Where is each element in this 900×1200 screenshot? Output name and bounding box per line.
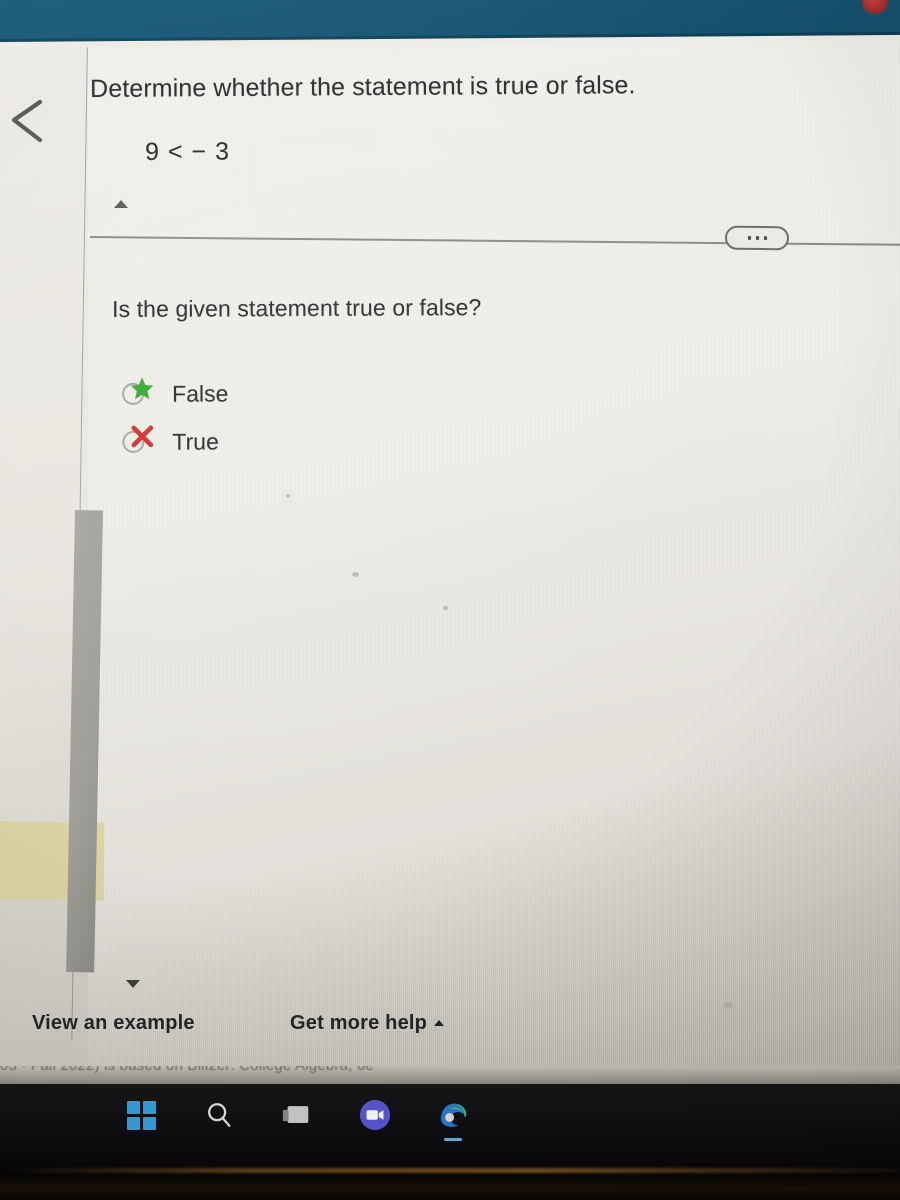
math-expression: 9 < − 3 [145, 137, 231, 166]
star-icon [130, 377, 154, 400]
taskbar-icon-group [120, 1094, 474, 1136]
radio-true[interactable] [120, 425, 154, 459]
cross-icon [131, 425, 154, 448]
more-options-button[interactable] [724, 225, 790, 251]
search-button[interactable] [198, 1094, 240, 1136]
ellipsis-dot [763, 236, 767, 241]
exercise-content: Determine whether the statement is true … [0, 34, 900, 1076]
edge-button[interactable] [432, 1094, 474, 1136]
radio-false[interactable] [120, 377, 154, 411]
exercise-instruction: Determine whether the statement is true … [90, 71, 636, 103]
exercise-footer-links: View an example Get more help [0, 1012, 900, 1052]
view-an-example-link[interactable]: View an example [32, 1012, 195, 1035]
choice-true[interactable]: True [120, 417, 228, 466]
laptop-screen-photo: Determine whether the statement is true … [0, 0, 900, 1200]
task-view-icon [282, 1105, 309, 1123]
course-note-strip: 03 - Fall 2022) is based on Blitzer: Col… [0, 1066, 900, 1084]
caret-up-icon [434, 1020, 445, 1026]
bezel-reflection [0, 1168, 900, 1173]
ellipsis-dot [747, 235, 751, 240]
teams-button[interactable] [354, 1094, 396, 1136]
ellipsis-dot [755, 235, 759, 241]
course-note-text: 03 - Fall 2022) is based on Blitzer: Col… [0, 1066, 374, 1074]
choice-label-true: True [172, 427, 219, 455]
edge-browser-icon [440, 1102, 466, 1127]
search-icon [208, 1103, 231, 1127]
get-more-help-link[interactable]: Get more help [290, 1012, 445, 1035]
windows-logo-icon [126, 1100, 156, 1130]
question-text: Is the given statement true or false? [112, 294, 482, 322]
answer-choices: False True [120, 369, 229, 466]
windows-taskbar [0, 1084, 900, 1158]
laptop-bezel [0, 1158, 900, 1200]
get-more-help-label: Get more help [290, 1012, 428, 1034]
start-button[interactable] [120, 1094, 162, 1136]
teams-camera-icon [359, 1099, 391, 1131]
choice-false[interactable]: False [120, 369, 228, 418]
choice-label-false: False [172, 379, 229, 407]
task-view-button[interactable] [276, 1094, 318, 1136]
